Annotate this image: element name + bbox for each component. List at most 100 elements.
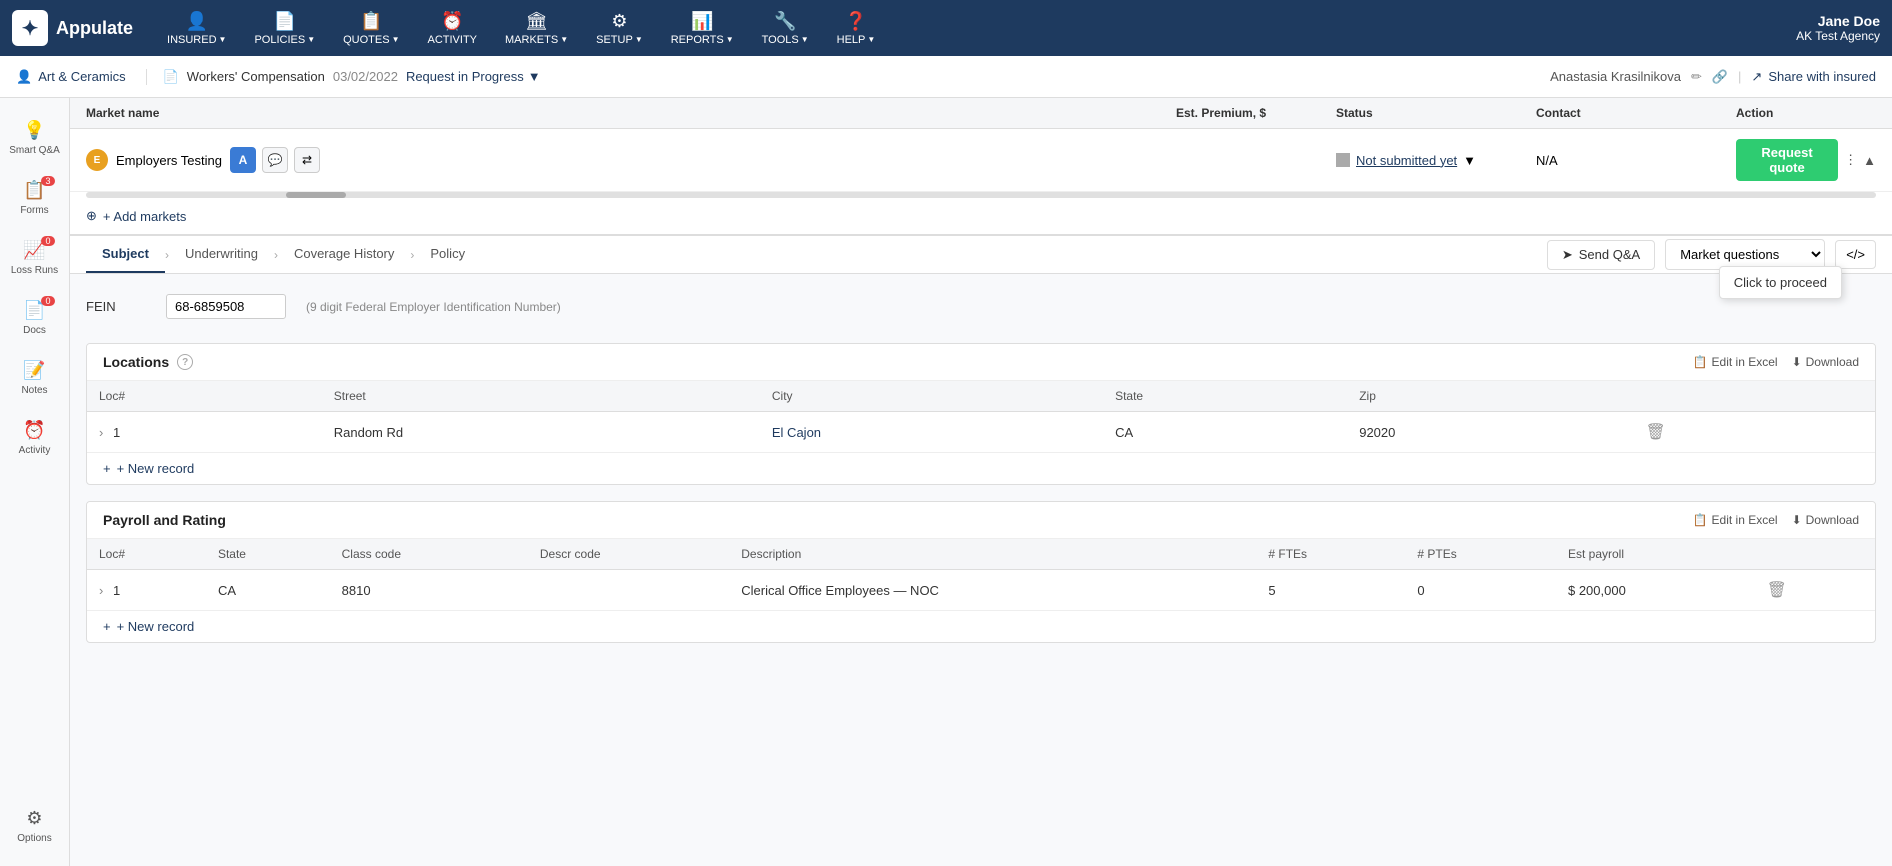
activity-sidebar-icon: ⏰	[23, 420, 45, 441]
pay-delete-button[interactable]: 🗑	[1763, 580, 1791, 600]
share-with-insured-button[interactable]: ↗ Share with insured	[1751, 69, 1876, 85]
market-icon-comment[interactable]: 💬	[262, 147, 288, 173]
locations-edit-excel[interactable]: 📋 Edit in Excel	[1693, 355, 1778, 369]
sidebar-item-activity[interactable]: ⏰ Activity	[0, 408, 69, 468]
policy-doc-icon: 📄	[163, 69, 179, 85]
forms-badge: 3	[41, 176, 55, 186]
tab-subject-label: Subject	[102, 246, 149, 261]
locations-help-icon[interactable]: ?	[177, 354, 193, 370]
smart-qa-icon: 💡	[23, 120, 45, 141]
market-more-options[interactable]: ⋮	[1844, 152, 1857, 168]
nav-tools-arrow: ▼	[801, 35, 809, 44]
fein-input[interactable]	[166, 294, 286, 319]
tab-coverage-history-label: Coverage History	[294, 246, 394, 261]
nav-setup-arrow: ▼	[635, 35, 643, 44]
locations-new-record[interactable]: + + New record	[87, 453, 1875, 484]
breadcrumb-insured[interactable]: 👤 Art & Ceramics	[16, 69, 147, 85]
locations-table-wrapper: Loc# Street City State Zip ›	[87, 381, 1875, 453]
status-dropdown-chevron[interactable]: ▼	[1463, 153, 1476, 168]
app-name: Appulate	[56, 18, 133, 39]
setup-icon: ⚙	[611, 11, 627, 32]
nav-activity-label: ACTIVITY	[428, 34, 478, 46]
edit-icon[interactable]: ✏	[1691, 69, 1702, 85]
market-action-icons: A 💬 ⇄	[230, 147, 320, 173]
breadcrumb-policy: 📄 Workers' Compensation 03/02/2022 Reque…	[163, 69, 1551, 85]
logo-icon: ✦	[22, 16, 39, 41]
activity-nav-icon: ⏰	[441, 11, 463, 32]
loc-col-zip: Zip	[1347, 381, 1629, 412]
nav-insured[interactable]: 👤 INSURED ▼	[153, 0, 240, 56]
pay-col-action	[1751, 539, 1875, 570]
sidebar-item-notes[interactable]: 📝 Notes	[0, 348, 69, 408]
sidebar-notes-label: Notes	[21, 385, 47, 396]
expand-arrow-icon[interactable]: ›	[99, 425, 103, 440]
form-content: FEIN (9 digit Federal Employer Identific…	[70, 274, 1892, 866]
sidebar-item-options[interactable]: ⚙ Options	[0, 796, 69, 856]
locations-title: Locations ?	[103, 354, 193, 370]
markets-collapse-arrow[interactable]: ▲	[1863, 153, 1876, 168]
nav-markets[interactable]: 🏛 MARKETS ▼	[491, 0, 582, 56]
loc-num: › 1	[87, 412, 322, 453]
payroll-section: Payroll and Rating 📋 Edit in Excel ⬇ Dow…	[86, 501, 1876, 643]
payroll-actions: 📋 Edit in Excel ⬇ Download	[1693, 513, 1859, 527]
nav-items: 👤 INSURED ▼ 📄 POLICIES ▼ 📋 QUOTES ▼ ⏰ AC…	[153, 0, 1796, 56]
tab-coverage-history[interactable]: Coverage History	[278, 236, 410, 273]
loc-col-state: State	[1103, 381, 1347, 412]
payroll-new-record-plus-icon: +	[103, 619, 111, 634]
nav-quotes-label: QUOTES	[343, 34, 389, 46]
payroll-download-icon: ⬇	[1792, 513, 1802, 527]
sidebar-smart-qa-label: Smart Q&A	[9, 145, 60, 156]
request-quote-button[interactable]: Request quote	[1736, 139, 1838, 181]
nav-reports[interactable]: 📊 REPORTS ▼	[657, 0, 748, 56]
pay-class-code: 8810	[330, 570, 528, 611]
send-qanda-button[interactable]: ➤ Send Q&A	[1547, 240, 1655, 270]
market-icon-a[interactable]: A	[230, 147, 256, 173]
tab-underwriting[interactable]: Underwriting	[169, 236, 274, 273]
loc-street: Random Rd	[322, 412, 760, 453]
pay-col-description: Description	[729, 539, 1256, 570]
sidebar-item-smart-qa[interactable]: 💡 Smart Q&A	[0, 108, 69, 168]
share-label: Share with insured	[1768, 69, 1876, 84]
nav-quotes[interactable]: 📋 QUOTES ▼	[329, 0, 413, 56]
nav-help[interactable]: ❓ HELP ▼	[823, 0, 890, 56]
insured-name: Art & Ceramics	[38, 69, 125, 84]
nav-setup[interactable]: ⚙ SETUP ▼	[582, 0, 657, 56]
policy-status[interactable]: Request in Progress ▼	[406, 69, 541, 84]
market-icon-swap[interactable]: ⇄	[294, 147, 320, 173]
nav-tools[interactable]: 🔧 TOOLS ▼	[748, 0, 823, 56]
pay-delete-cell: 🗑	[1751, 570, 1875, 611]
nav-policies-label: POLICIES	[254, 34, 305, 46]
new-record-plus-icon: +	[103, 461, 111, 476]
locations-download[interactable]: ⬇ Download	[1792, 355, 1859, 369]
user-agency: AK Test Agency	[1796, 29, 1880, 43]
breadcrumb-user: Anastasia Krasilnikova	[1550, 69, 1681, 84]
code-view-button[interactable]: </>	[1835, 240, 1876, 269]
nav-insured-arrow: ▼	[219, 35, 227, 44]
payroll-new-record[interactable]: + + New record	[87, 611, 1875, 642]
locations-header: Locations ? 📋 Edit in Excel ⬇ Download	[87, 344, 1875, 381]
nav-activity[interactable]: ⏰ ACTIVITY	[414, 0, 492, 56]
sidebar-docs-label: Docs	[23, 325, 46, 336]
market-status[interactable]: Not submitted yet	[1356, 153, 1457, 168]
nav-markets-label: MARKETS	[505, 34, 558, 46]
external-link-icon[interactable]: 🔗	[1712, 69, 1728, 85]
sidebar-item-loss-runs[interactable]: 📈 0 Loss Runs	[0, 228, 69, 288]
add-markets-button[interactable]: ⊕ + Add markets	[70, 198, 1892, 234]
tab-policy[interactable]: Policy	[414, 236, 481, 273]
loc-delete-button[interactable]: 🗑	[1641, 422, 1669, 442]
market-name: Employers Testing	[116, 153, 222, 168]
payroll-edit-excel[interactable]: 📋 Edit in Excel	[1693, 513, 1778, 527]
sidebar-item-forms[interactable]: 📋 3 Forms	[0, 168, 69, 228]
payroll-expand-arrow[interactable]: ›	[99, 583, 103, 598]
markets-table-header: Market name Est. Premium, $ Status Conta…	[70, 98, 1892, 129]
sidebar-item-docs[interactable]: 📄 0 Docs	[0, 288, 69, 348]
nav-policies[interactable]: 📄 POLICIES ▼	[240, 0, 329, 56]
tab-subject[interactable]: Subject	[86, 236, 165, 273]
nav-help-label: HELP	[837, 34, 866, 46]
pay-col-loc: Loc#	[87, 539, 206, 570]
payroll-download[interactable]: ⬇ Download	[1792, 513, 1859, 527]
edit-excel-icon: 📋	[1693, 355, 1708, 369]
app-logo[interactable]: ✦ Appulate	[12, 10, 133, 46]
payroll-title: Payroll and Rating	[103, 512, 226, 528]
pay-col-ptes: # PTEs	[1405, 539, 1556, 570]
